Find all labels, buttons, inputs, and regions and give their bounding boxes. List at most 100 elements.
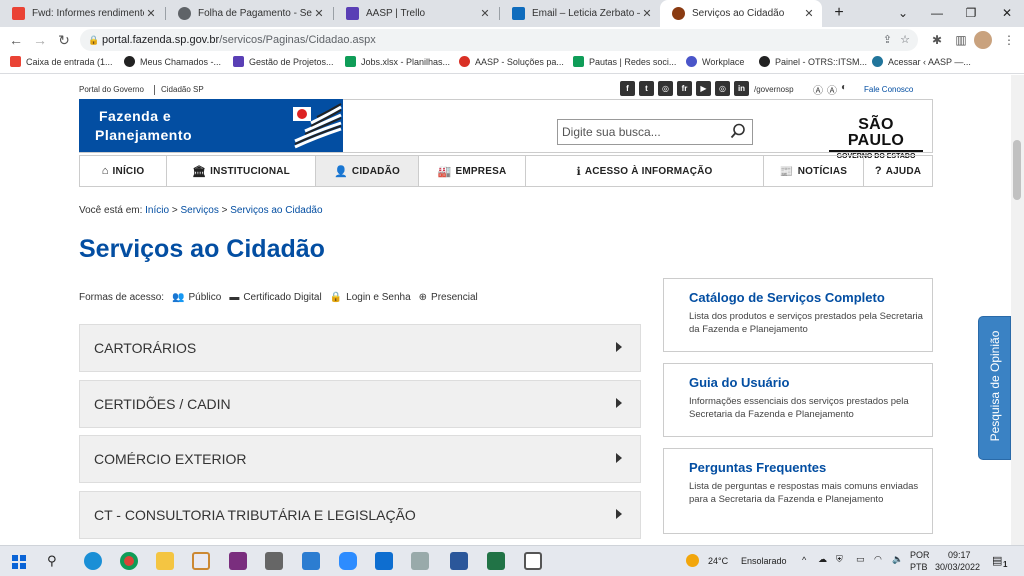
edge-icon[interactable] xyxy=(84,552,102,570)
minimize-icon[interactable]: — xyxy=(920,0,954,27)
site-search-input[interactable]: Digite sua busca... xyxy=(557,119,753,145)
accessibility-icon[interactable]: Ⓐ xyxy=(813,82,823,97)
snipping-tool-icon[interactable] xyxy=(302,552,320,570)
bookmark-4[interactable]: Jobs.xlsx - Planilhas... xyxy=(345,56,450,67)
nav-inicio[interactable]: ⌂ INÍCIO xyxy=(80,156,167,186)
lang-line-2[interactable]: PTB xyxy=(910,562,928,572)
browser-tab-1[interactable]: Fwd: Informes rendimentos a ✕ xyxy=(0,0,164,27)
nav-empresa[interactable]: 🏭 EMPRESA xyxy=(419,156,526,186)
nav-noticias[interactable]: 📰 NOTÍCIAS xyxy=(764,156,864,186)
bookmark-3[interactable]: Gestão de Projetos... xyxy=(233,56,334,67)
tab-search-icon[interactable]: ⌄ xyxy=(886,0,920,27)
flickr-icon[interactable]: fr xyxy=(677,81,692,96)
brand-banner[interactable]: Fazenda e Planejamento xyxy=(79,99,343,152)
bookmark-1[interactable]: Caixa de entrada (1... xyxy=(10,56,113,67)
bookmark-2[interactable]: Meus Chamados -... xyxy=(124,56,221,67)
card-perguntas-frequentes[interactable]: Perguntas Frequentes Lista de perguntas … xyxy=(663,448,933,534)
browser-tab-4[interactable]: Email – Leticia Zerbato – Out ✕ xyxy=(500,0,660,27)
security-icon[interactable]: ⛨ xyxy=(836,554,843,565)
breadcrumb-inicio[interactable]: Início xyxy=(145,205,169,216)
contrast-icon[interactable]: ◐ xyxy=(841,82,847,93)
nav-institucional[interactable]: 🏛 INSTITUCIONAL xyxy=(167,156,316,186)
menu-dots-icon[interactable]: ⋮ xyxy=(1000,31,1018,49)
youtube-icon[interactable]: ▶ xyxy=(696,81,711,96)
category-consultoria-tributaria[interactable]: CT - CONSULTORIA TRIBUTÁRIA E LEGISLAÇÃO xyxy=(79,491,641,539)
extensions-icon[interactable]: ✱ xyxy=(928,31,946,49)
close-icon[interactable]: ✕ xyxy=(802,7,816,20)
browser-tab-3[interactable]: AASP | Trello ✕ xyxy=(334,0,498,27)
lang-line-1[interactable]: POR xyxy=(910,550,930,560)
search-icon[interactable] xyxy=(730,123,746,139)
close-icon[interactable]: ✕ xyxy=(312,7,326,20)
bookmark-7[interactable]: Workplace xyxy=(686,56,744,67)
share-icon[interactable]: ⇪ xyxy=(883,29,892,51)
excel-icon[interactable] xyxy=(487,552,505,570)
scrollbar-thumb[interactable] xyxy=(1013,140,1021,200)
side-panel-icon[interactable]: ▥ xyxy=(952,31,970,49)
screen-icon[interactable] xyxy=(524,552,542,570)
reload-icon[interactable]: ↻ xyxy=(54,30,74,50)
forward-icon[interactable]: → xyxy=(30,30,50,50)
tray-chevron-icon[interactable]: ^ xyxy=(802,555,806,565)
font-size-icon[interactable]: Ⓐ xyxy=(827,82,837,97)
feedback-tab[interactable]: Pesquisa de Opinião xyxy=(978,316,1011,460)
address-bar[interactable]: 🔒 portal.fazenda.sp.gov.br/servicos/Pagi… xyxy=(80,29,918,51)
category-certidoes-cadin[interactable]: CERTIDÕES / CADIN xyxy=(79,380,641,428)
search-icon[interactable]: ⚲ xyxy=(47,553,57,569)
breadcrumb-sep: > xyxy=(171,205,178,216)
chrome-icon[interactable] xyxy=(120,552,138,570)
word-icon[interactable] xyxy=(450,552,468,570)
linkedin-icon[interactable]: in xyxy=(734,81,749,96)
bookmark-9[interactable]: Acessar ‹ AASP —... xyxy=(872,56,971,67)
notification-icon[interactable]: ▤ xyxy=(992,554,1002,567)
clock-date[interactable]: 30/03/2022 xyxy=(935,562,980,572)
window-close-icon[interactable]: ✕ xyxy=(990,0,1024,27)
bookmark-8[interactable]: Painel - OTRS::ITSM... xyxy=(759,56,867,67)
new-tab-button[interactable]: + xyxy=(822,0,856,27)
zoom-icon[interactable] xyxy=(339,552,357,570)
wifi-icon[interactable]: ◠ xyxy=(874,554,882,565)
winrar-icon[interactable] xyxy=(229,552,247,570)
browser-tab-2[interactable]: Folha de Pagamento - Secret ✕ xyxy=(166,0,332,27)
onedrive-icon[interactable]: ☁ xyxy=(818,554,827,565)
nav-cidadao[interactable]: 👤 CIDADÃO xyxy=(316,156,419,186)
browser-tab-5-active[interactable]: Serviços ao Cidadão ✕ xyxy=(660,0,822,27)
teamviewer-icon[interactable] xyxy=(375,552,393,570)
breadcrumb-current[interactable]: Serviços ao Cidadão xyxy=(230,205,322,216)
close-icon[interactable]: ✕ xyxy=(144,7,158,20)
volume-icon[interactable]: 🔈 xyxy=(892,554,903,565)
file-explorer-icon[interactable] xyxy=(156,552,174,570)
card-guia-usuario[interactable]: Guia do Usuário Informações essenciais d… xyxy=(663,363,933,437)
bookmark-6[interactable]: Pautas | Redes soci... xyxy=(573,56,676,67)
breadcrumb-servicos[interactable]: Serviços xyxy=(180,205,218,216)
twitter-icon[interactable]: t xyxy=(639,81,654,96)
printer-icon[interactable] xyxy=(411,552,429,570)
clock-time[interactable]: 09:17 xyxy=(948,550,971,560)
calculator-icon[interactable] xyxy=(265,552,283,570)
fale-conosco-link[interactable]: Fale Conosco xyxy=(864,85,913,94)
link-cidadao-sp[interactable]: Cidadão SP xyxy=(161,85,204,94)
periscope-icon[interactable]: ◎ xyxy=(715,81,730,96)
nav-acesso-informacao[interactable]: ℹ ACESSO À INFORMAÇÃO xyxy=(526,156,764,186)
paint-icon[interactable] xyxy=(192,552,210,570)
category-comercio-exterior[interactable]: COMÉRCIO EXTERIOR xyxy=(79,435,641,483)
governo-sp-logo[interactable]: SÃO PAULO GOVERNO DO ESTADO xyxy=(829,117,923,160)
back-icon[interactable]: ← xyxy=(6,30,26,50)
outlook-icon xyxy=(512,7,525,20)
category-cartorarios[interactable]: CARTORÁRIOS xyxy=(79,324,641,372)
bookmark-5[interactable]: AASP - Soluções pa... xyxy=(459,56,564,67)
weather-desc[interactable]: Ensolarado xyxy=(741,556,787,566)
close-icon[interactable]: ✕ xyxy=(640,7,654,20)
card-catalogo-servicos[interactable]: Catálogo de Serviços Completo Lista dos … xyxy=(663,278,933,352)
star-icon[interactable]: ☆ xyxy=(900,29,910,51)
instagram-icon[interactable]: ◎ xyxy=(658,81,673,96)
nav-ajuda[interactable]: ? AJUDA xyxy=(864,156,932,186)
battery-icon[interactable]: ▭ xyxy=(856,554,865,565)
link-portal-governo[interactable]: Portal do Governo xyxy=(79,85,144,94)
weather-temp[interactable]: 24°C xyxy=(708,556,728,566)
profile-avatar[interactable] xyxy=(974,31,992,49)
close-icon[interactable]: ✕ xyxy=(478,7,492,20)
windows-start-icon[interactable] xyxy=(12,555,26,569)
facebook-icon[interactable]: f xyxy=(620,81,635,96)
restore-icon[interactable]: ❐ xyxy=(954,0,988,27)
